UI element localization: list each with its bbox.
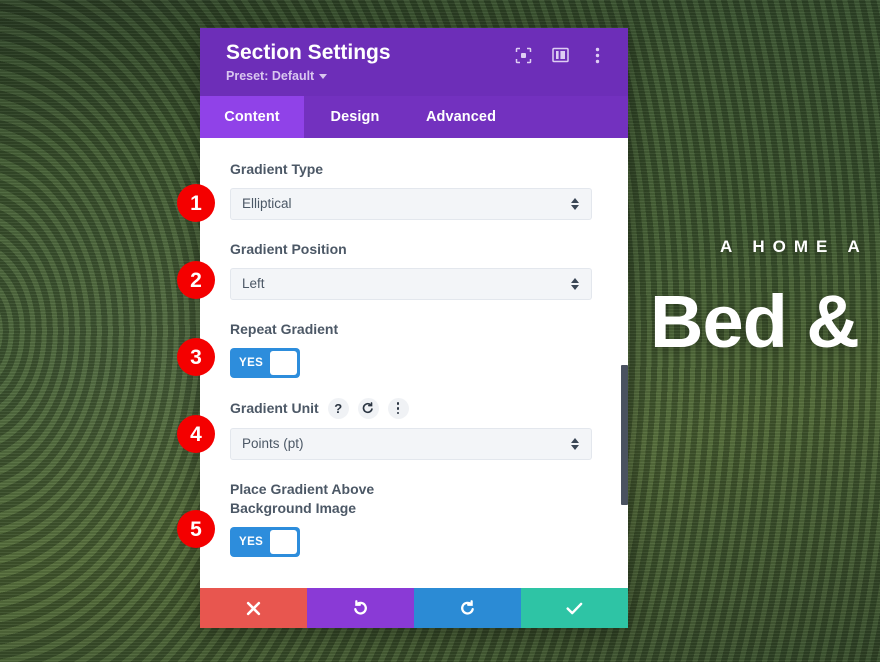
toggle-knob	[270, 529, 297, 554]
label-place-gradient-above: Place Gradient Above Background Image	[230, 480, 375, 516]
focus-target-icon[interactable]	[514, 46, 532, 64]
label-gradient-unit-row: Gradient Unit ?	[230, 397, 592, 419]
label-gradient-type: Gradient Type	[230, 161, 324, 178]
spinner-arrows-icon	[571, 437, 579, 450]
section-settings-modal: Section Settings Preset: Default Content…	[200, 28, 628, 628]
undo-icon	[354, 599, 367, 615]
gradient-unit-value: Points (pt)	[242, 435, 304, 451]
repeat-gradient-toggle[interactable]: YES	[230, 347, 300, 378]
callout-badge-5: 5	[177, 510, 215, 548]
toggle-knob	[270, 350, 297, 375]
field-gradient-unit: Gradient Unit ? Points (pt)	[230, 397, 592, 460]
callout-badge-2: 2	[177, 261, 215, 299]
more-options-icon[interactable]	[387, 397, 409, 419]
preset-label: Preset: Default	[226, 69, 315, 84]
redo-button[interactable]	[414, 588, 521, 628]
help-icon[interactable]: ?	[327, 397, 349, 419]
gradient-unit-select[interactable]: Points (pt)	[230, 427, 592, 460]
chevron-down-icon	[319, 73, 328, 79]
modal-footer	[200, 588, 628, 628]
spinner-arrows-icon	[571, 277, 579, 290]
close-icon	[246, 601, 261, 615]
spinner-arrows-icon	[571, 197, 579, 210]
place-gradient-above-toggle[interactable]: YES	[230, 526, 300, 557]
repeat-gradient-toggle-value: YES	[239, 356, 264, 369]
gradient-type-select[interactable]: Elliptical	[230, 187, 592, 220]
modal-header: Section Settings Preset: Default	[200, 28, 628, 97]
place-gradient-above-toggle-value: YES	[239, 535, 264, 548]
modal-title: Section Settings	[226, 41, 391, 64]
tab-advanced[interactable]: Advanced	[406, 96, 516, 138]
modal-tabbar: Content Design Advanced	[200, 96, 628, 139]
tab-design[interactable]: Design	[304, 96, 406, 138]
help-icon-glyph: ?	[334, 400, 343, 416]
modal-header-actions	[514, 42, 606, 64]
callout-badge-4: 4	[177, 415, 215, 453]
gradient-type-value: Elliptical	[242, 196, 292, 212]
layout-panel-icon[interactable]	[551, 46, 569, 64]
redo-icon	[461, 599, 474, 615]
label-repeat-gradient: Repeat Gradient	[230, 320, 339, 337]
cancel-button[interactable]	[200, 588, 307, 628]
field-repeat-gradient: Repeat Gradient YES	[230, 320, 592, 378]
modal-header-titles: Section Settings Preset: Default	[226, 41, 391, 83]
undo-button[interactable]	[307, 588, 414, 628]
modal-body: Gradient Type Elliptical Gradient Positi…	[200, 138, 628, 588]
field-gradient-position: Gradient Position Left	[230, 240, 592, 300]
check-icon	[566, 602, 583, 614]
more-options-dots	[396, 402, 400, 415]
label-gradient-position: Gradient Position	[230, 240, 347, 257]
save-button[interactable]	[521, 588, 628, 628]
gradient-position-select[interactable]: Left	[230, 267, 592, 300]
label-gradient-unit: Gradient Unit	[230, 399, 319, 416]
more-vertical-icon[interactable]	[588, 46, 606, 64]
callout-badge-1: 1	[177, 184, 215, 222]
panel-scrollbar-thumb[interactable]	[621, 365, 628, 505]
field-gradient-type: Gradient Type Elliptical	[230, 160, 592, 220]
gradient-position-value: Left	[242, 276, 265, 292]
callout-badge-3: 3	[177, 338, 215, 376]
reset-icon[interactable]	[357, 397, 379, 419]
field-place-gradient-above: Place Gradient Above Background Image YE…	[230, 480, 592, 557]
tab-content[interactable]: Content	[200, 96, 304, 139]
preset-selector[interactable]: Preset: Default	[226, 69, 391, 83]
